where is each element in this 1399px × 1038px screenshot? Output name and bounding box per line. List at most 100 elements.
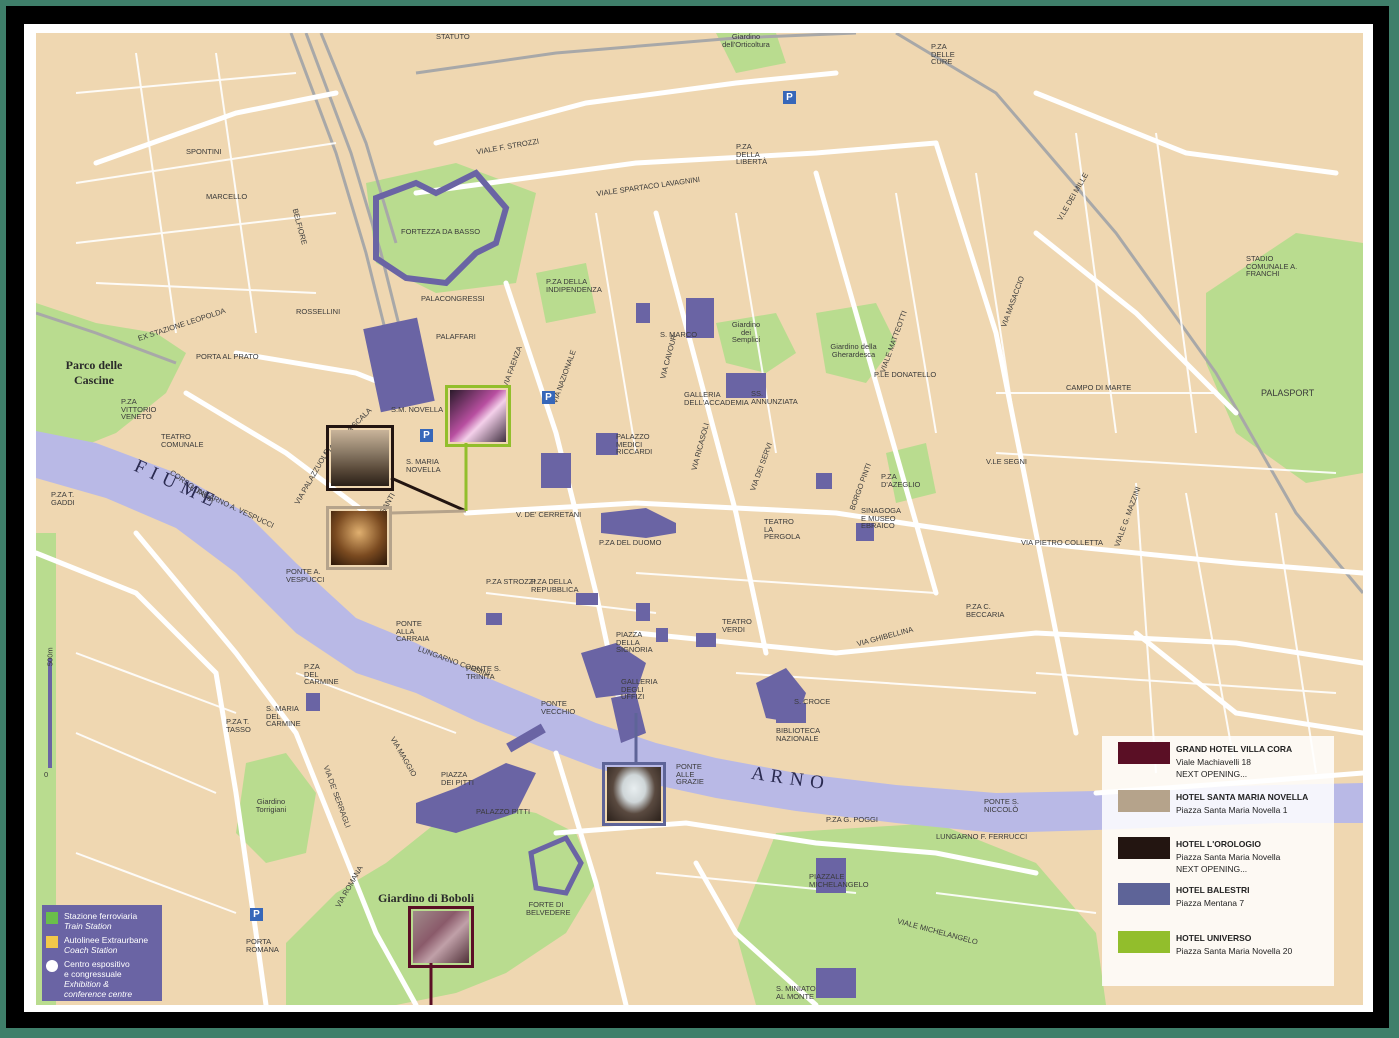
label-teatro-pergola: TEATRO LA PERGOLA bbox=[764, 517, 801, 541]
label-palazzo-pitti: PALAZZO PITTI bbox=[476, 807, 531, 816]
legend-swatch bbox=[1118, 790, 1170, 812]
scale-bar bbox=[48, 658, 52, 768]
coach-station-icon bbox=[46, 936, 58, 948]
legend-hotel-address: Piazza Mentana 7 bbox=[1176, 898, 1245, 908]
label-via-colletta: VIA PIETRO COLLETTA bbox=[1021, 538, 1103, 547]
label-ponte-grazie: PONTE ALLE GRAZIE bbox=[676, 762, 704, 786]
legend-hotel-name: HOTEL BALESTRI bbox=[1176, 885, 1250, 895]
label-lungarno-ferrucci: LUNGARNO F. FERRUCCI bbox=[936, 832, 1028, 841]
label-giardino-semplici: Giardino dei Semplici bbox=[731, 320, 761, 344]
label-ss-annunziata: SS. ANNUNZIATA bbox=[751, 389, 798, 406]
legend-hotel-address: Piazza Santa Maria Novella bbox=[1176, 852, 1281, 862]
label-palazzo-medici: PALAZZO MEDICI RICCARDI bbox=[616, 432, 653, 456]
label-piazza-strozzi: P.ZA STROZZI bbox=[486, 577, 536, 586]
parking-icon: P bbox=[250, 908, 263, 921]
label-statuto: STATUTO bbox=[436, 33, 470, 41]
label-porta-prato: PORTA AL PRATO bbox=[196, 352, 259, 361]
bldg-d bbox=[486, 613, 502, 625]
legend-swatch bbox=[1118, 883, 1170, 905]
legend-swatch bbox=[1118, 931, 1170, 953]
label-piazza-cure: P.ZA DELLE CURE bbox=[931, 42, 955, 66]
label-palacongressi: PALACONGRESSI bbox=[421, 294, 485, 303]
duomo bbox=[601, 508, 676, 538]
label-piazzale-michelangelo: PIAZZALE MICHELANGELO bbox=[809, 872, 869, 889]
label-viale-segni: V.LE SEGNI bbox=[986, 457, 1027, 466]
legend-hotel-name: HOTEL L'OROLOGIO bbox=[1176, 839, 1261, 849]
legend-train-it: Stazione ferroviaria bbox=[64, 911, 138, 921]
label-ponte-vespucci: PONTE A. VESPUCCI bbox=[286, 567, 325, 584]
legend-swatch bbox=[1118, 742, 1170, 764]
city-map[interactable]: Parco delle Cascine EX STAZIONE LEOPOLDA… bbox=[36, 33, 1363, 1005]
legend-swatch bbox=[1118, 837, 1170, 859]
hotel-orologio-photo[interactable] bbox=[326, 425, 394, 491]
bldg-a bbox=[816, 473, 832, 489]
train-station-icon bbox=[46, 912, 58, 924]
parking-icon: P bbox=[542, 391, 555, 404]
sm-novella-church bbox=[541, 453, 571, 488]
legend-hotel-address: Piazza Santa Maria Novella 1 bbox=[1176, 805, 1288, 815]
legend-coach-en: Coach Station bbox=[64, 945, 118, 955]
label-marcello: MARCELLO bbox=[206, 192, 248, 201]
label-scale-0: 0 bbox=[44, 770, 49, 779]
label-forte-belvedere: FORTE DI BELVEDERE bbox=[526, 900, 571, 917]
hotel-santa-maria-novella-photo[interactable] bbox=[326, 506, 392, 570]
hotel-balestri-photo[interactable] bbox=[602, 762, 666, 826]
label-giardino-boboli: Giardino di Boboli bbox=[378, 891, 475, 905]
label-biblioteca: BIBLIOTECA NAZIONALE bbox=[776, 726, 820, 743]
label-piazza-repubblica: P.ZA DELLA REPUBBLICA bbox=[531, 577, 579, 594]
legend-expo-it2: e congressuale bbox=[64, 969, 122, 979]
label-piazza-liberta: P.ZA DELLA LIBERTÀ bbox=[736, 142, 768, 166]
legend-train-en: Train Station bbox=[64, 921, 112, 931]
label-porta-romana: PORTA ROMANA bbox=[246, 937, 279, 954]
label-piazza-poggi: P.ZA G. POGGI bbox=[826, 815, 878, 824]
bldg-c bbox=[576, 593, 598, 605]
label-piazza-beccaria: P.ZA C. BECCARIA bbox=[966, 602, 1005, 619]
bldg-b bbox=[636, 303, 650, 323]
biblioteca bbox=[776, 703, 806, 723]
label-sm-carmine: S. MARIA DEL CARMINE bbox=[266, 704, 301, 728]
label-giardino-gherardesca: Giardino della Gherardesca bbox=[830, 342, 877, 359]
teatro-verdi bbox=[696, 633, 716, 647]
hotel-villa-cora-photo[interactable] bbox=[408, 906, 474, 968]
label-piazza-azeglio: P.ZA D'AZEGLIO bbox=[881, 472, 921, 489]
label-parco-cascine: Parco delle Cascine bbox=[65, 358, 123, 387]
label-scale-500: 500m bbox=[45, 647, 55, 667]
hotel-universo-photo[interactable] bbox=[445, 385, 511, 447]
label-giardino-torrigiani: Giardino Torrigiani bbox=[255, 797, 287, 814]
legend-expo-it1: Centro espositivo bbox=[64, 959, 130, 969]
label-piazza-pitti: PIAZZA DEI PITTI bbox=[441, 770, 474, 787]
label-teatro-comunale: TEATRO COMUNALE bbox=[161, 432, 204, 449]
legend-hotel-note: NEXT OPENING... bbox=[1176, 769, 1248, 779]
label-piazza-duomo: P.ZA DEL DUOMO bbox=[599, 538, 662, 547]
label-accademia: GALLERIA DELL'ACCADEMIA bbox=[684, 390, 749, 407]
label-spontini: SPONTINI bbox=[186, 147, 222, 156]
bldg-e bbox=[306, 693, 320, 711]
label-piazza-indipendenza: P.ZA DELLA INDIPENDENZA bbox=[546, 277, 602, 294]
parking-icon: P bbox=[420, 429, 433, 442]
legend-expo-en1: Exhibition & bbox=[64, 979, 109, 989]
label-palasport: PALASPORT bbox=[1261, 388, 1315, 398]
label-sm-novella: S. MARIA NOVELLA bbox=[406, 457, 441, 474]
san-miniato bbox=[816, 968, 856, 998]
label-stadio: STADIO COMUNALE A. FRANCHI bbox=[1246, 254, 1298, 278]
exhibition-centre-icon bbox=[46, 960, 58, 972]
legend-hotel-name: HOTEL SANTA MARIA NOVELLA bbox=[1176, 792, 1309, 802]
hotel-legend: GRAND HOTEL VILLA CORA Viale Machiavelli… bbox=[1102, 736, 1334, 986]
parking-icon: P bbox=[783, 91, 796, 104]
label-ponte-vecchio: PONTE VECCHIO bbox=[541, 699, 576, 716]
label-ponte-niccolo: PONTE S. NICCOLÒ bbox=[984, 797, 1020, 814]
label-piazza-tasso: P.ZA T. TASSO bbox=[226, 717, 251, 734]
label-piazza-signoria: PIAZZA DELLA SIGNORIA bbox=[616, 630, 653, 654]
legend-hotel-note: NEXT OPENING... bbox=[1176, 864, 1248, 874]
legend-hotel-address: Piazza Santa Maria Novella 20 bbox=[1176, 946, 1293, 956]
label-ponte-carraia: PONTE ALLA CARRAIA bbox=[396, 619, 430, 643]
label-rossellini: ROSSELLINI bbox=[296, 307, 341, 316]
label-fortezza: FORTEZZA DA BASSO bbox=[401, 227, 481, 236]
label-teatro-verdi: TEATRO VERDI bbox=[722, 617, 752, 634]
legend-expo-en2: conference centre bbox=[64, 989, 133, 999]
label-santa-croce: S. CROCE bbox=[794, 697, 831, 706]
label-vittorio-veneto: P.ZA VITTORIO VENETO bbox=[121, 397, 157, 421]
station-legend: Stazione ferroviaria Train Station Autoli… bbox=[42, 905, 162, 1001]
label-piazza-donatello: P.LE DONATELLO bbox=[874, 370, 937, 379]
legend-hotel-name: HOTEL UNIVERSO bbox=[1176, 933, 1252, 943]
